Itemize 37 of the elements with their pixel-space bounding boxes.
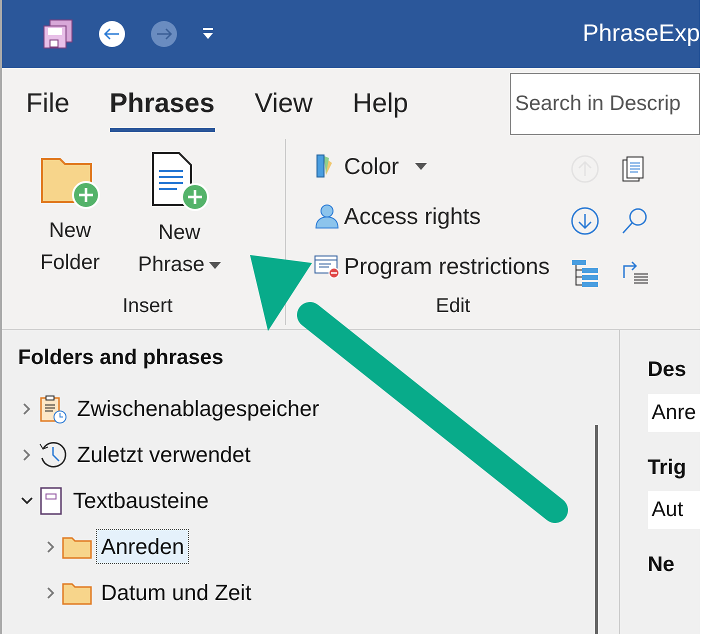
ribbon-tab[interactable]: Help <box>352 71 408 132</box>
ribbon-tab[interactable]: View <box>254 71 313 132</box>
window-title: PhraseExp <box>582 19 700 49</box>
tree-item[interactable]: Datum und Zeit <box>96 575 256 610</box>
text-field[interactable]: Anre <box>648 394 700 432</box>
tree-item[interactable]: Textbausteine <box>68 483 214 518</box>
text-field[interactable]: Aut <box>648 491 700 529</box>
arrow-down-circle-icon <box>570 206 600 236</box>
ribbon-tab[interactable]: File <box>26 71 70 132</box>
folder-icon <box>62 534 92 558</box>
search-field[interactable]: Search in Descrip <box>510 72 700 134</box>
tree-item[interactable]: Zwischenablagespeicher <box>72 391 324 426</box>
ribbon-button[interactable]: Access rights <box>314 193 550 239</box>
new-phrase-button[interactable]: New Phrase <box>138 151 221 291</box>
book-icon <box>38 486 64 516</box>
panel-title: Folders and phrases <box>17 345 224 371</box>
person-icon <box>314 203 340 229</box>
tree-item[interactable]: Zuletzt verwendet <box>72 437 256 472</box>
forward-icon[interactable] <box>150 20 178 48</box>
field-label: Des <box>648 357 688 383</box>
save-icon[interactable] <box>42 18 74 50</box>
field-label: Ne <box>648 552 676 578</box>
scrollbar[interactable] <box>595 425 598 634</box>
folder-icon <box>62 580 92 604</box>
window-blocked-icon <box>314 253 340 279</box>
tree-item[interactable]: Anreden <box>96 529 190 564</box>
ribbon-button[interactable]: Program restrictions <box>314 243 550 289</box>
clipboard-clock-icon <box>38 394 68 424</box>
history-clock-icon <box>38 440 68 470</box>
back-icon[interactable] <box>98 20 126 48</box>
ribbon-button[interactable]: Color <box>314 143 550 189</box>
tree-list-icon <box>570 258 600 288</box>
new-folder-button[interactable]: New Folder <box>38 151 102 291</box>
customize-menu-icon[interactable] <box>202 28 214 40</box>
field-label: Trig <box>648 454 688 480</box>
group-label: Insert <box>121 294 174 319</box>
group-label: Edit <box>434 294 472 319</box>
